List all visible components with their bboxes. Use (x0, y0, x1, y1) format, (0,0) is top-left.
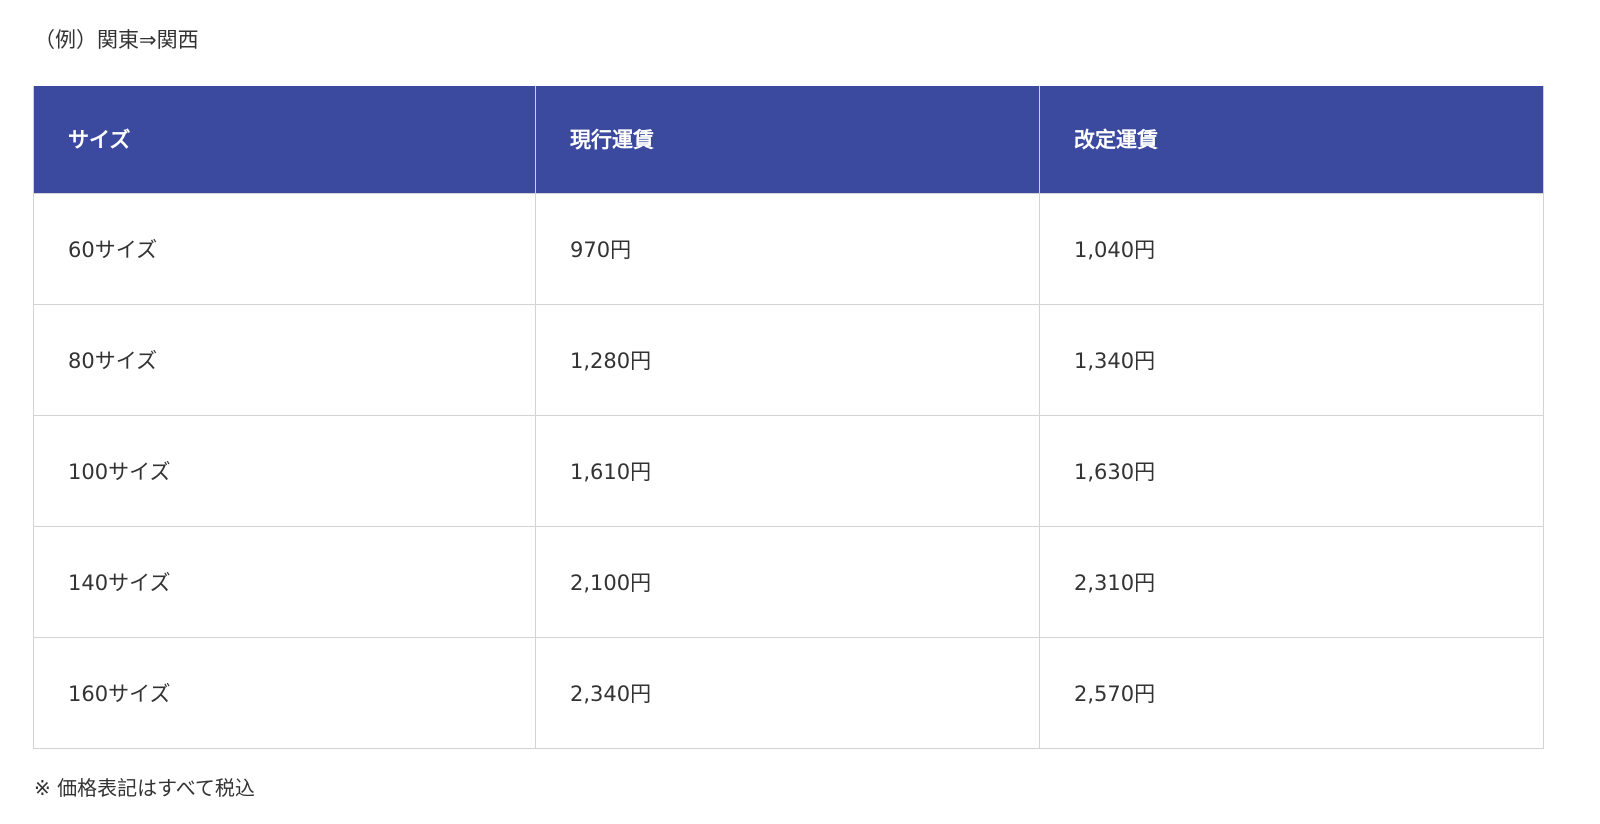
current-fare-cell: 1,610円 (535, 414, 1040, 527)
revised-fare-cell: 2,310円 (1039, 525, 1544, 638)
size-cell: 60サイズ (33, 192, 536, 305)
table-row: 160サイズ 2,340円 2,570円 (33, 636, 1544, 749)
revised-fare-cell: 1,040円 (1039, 192, 1544, 305)
tax-included-footnote: ※ 価格表記はすべて税込 (34, 776, 255, 800)
current-fare-cell: 970円 (535, 192, 1040, 305)
header-size: サイズ (33, 86, 536, 193)
size-cell: 100サイズ (33, 414, 536, 527)
table-row: 100サイズ 1,610円 1,630円 (33, 414, 1544, 527)
size-cell: 80サイズ (33, 303, 536, 416)
revised-fare-cell: 1,630円 (1039, 414, 1544, 527)
table-row: 60サイズ 970円 1,040円 (33, 192, 1544, 305)
header-revised-fare: 改定運賃 (1039, 86, 1544, 193)
current-fare-cell: 1,280円 (535, 303, 1040, 416)
table-row: 80サイズ 1,280円 1,340円 (33, 303, 1544, 416)
example-route-label: （例）関東⇒関西 (34, 28, 199, 52)
table-row: 140サイズ 2,100円 2,310円 (33, 525, 1544, 638)
size-cell: 160サイズ (33, 636, 536, 749)
shipping-rate-table: サイズ 現行運賃 改定運賃 60サイズ 970円 1,040円 80サイズ 1,… (33, 86, 1544, 749)
current-fare-cell: 2,100円 (535, 525, 1040, 638)
current-fare-cell: 2,340円 (535, 636, 1040, 749)
header-current-fare: 現行運賃 (535, 86, 1040, 193)
revised-fare-cell: 1,340円 (1039, 303, 1544, 416)
size-cell: 140サイズ (33, 525, 536, 638)
revised-fare-cell: 2,570円 (1039, 636, 1544, 749)
table-header-row: サイズ 現行運賃 改定運賃 (33, 86, 1544, 193)
